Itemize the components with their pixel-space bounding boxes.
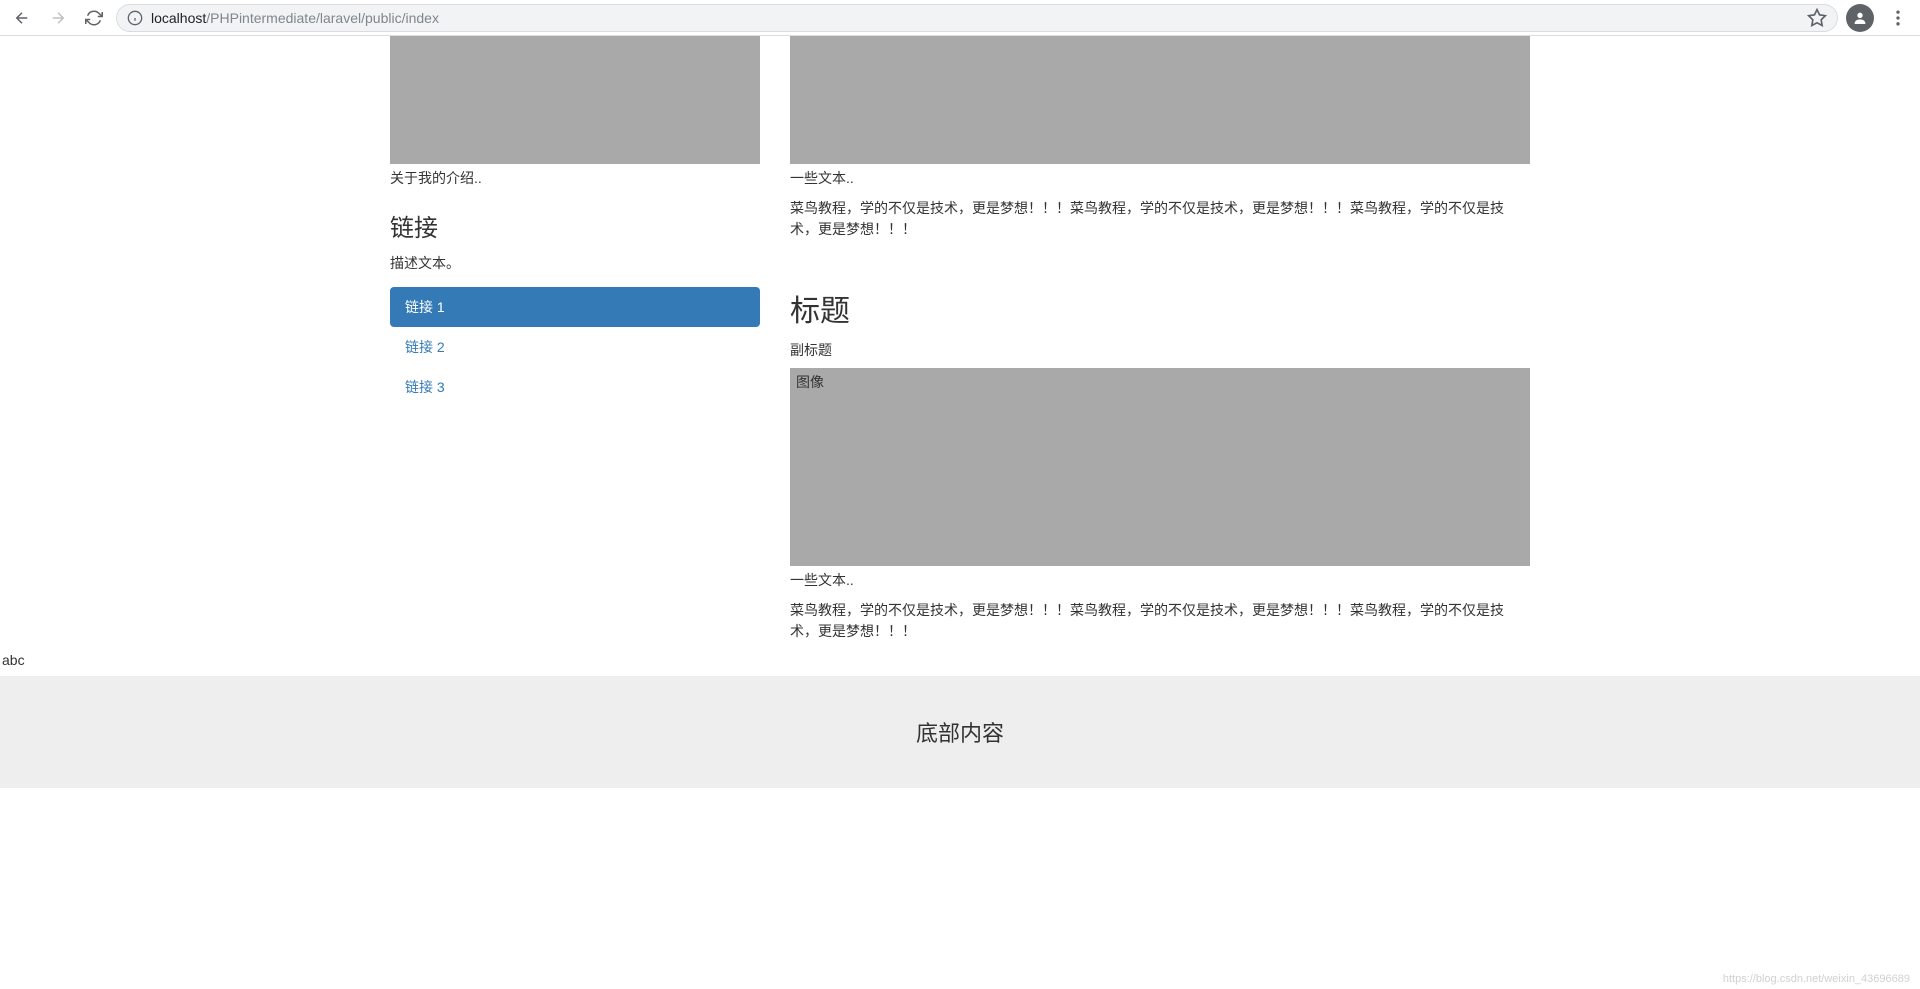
watermark: https://blog.csdn.net/weixin_43696689 <box>1723 973 1910 985</box>
browser-toolbar: localhost/PHPintermediate/laravel/public… <box>0 0 1920 36</box>
sidebar: 关于我的介绍.. 链接 描述文本。 链接 1 链接 2 链接 3 <box>390 36 760 652</box>
links-description: 描述文本。 <box>390 253 760 273</box>
url-text: localhost/PHPintermediate/laravel/public… <box>151 10 1799 26</box>
link-2[interactable]: 链接 2 <box>390 327 760 367</box>
link-3[interactable]: 链接 3 <box>390 367 760 407</box>
article-caption: 一些文本.. <box>790 570 1530 590</box>
main-top-image-placeholder <box>790 36 1530 164</box>
browser-menu-button[interactable] <box>1888 8 1908 28</box>
links-heading: 链接 <box>390 208 760 243</box>
arrow-right-icon <box>49 9 67 27</box>
page-footer: 底部内容 <box>0 676 1920 788</box>
article-paragraph: 菜鸟教程，学的不仅是技术，更是梦想！！！菜鸟教程，学的不仅是技术，更是梦想！！！… <box>790 600 1530 642</box>
links-nav: 链接 1 链接 2 链接 3 <box>390 287 760 407</box>
article-title: 标题 <box>790 286 1530 330</box>
forward-button[interactable] <box>44 4 72 32</box>
link-item-2: 链接 2 <box>390 327 760 367</box>
footer-text: 底部内容 <box>0 716 1920 748</box>
url-path: /PHPintermediate/laravel/public/index <box>206 10 439 26</box>
reload-button[interactable] <box>80 4 108 32</box>
sidebar-image-placeholder <box>390 36 760 164</box>
profile-button[interactable] <box>1846 4 1874 32</box>
link-item-3: 链接 3 <box>390 367 760 407</box>
url-host: localhost <box>151 10 206 26</box>
link-item-1: 链接 1 <box>390 287 760 327</box>
sidebar-about-caption: 关于我的介绍.. <box>390 168 760 188</box>
main-top-paragraph: 菜鸟教程，学的不仅是技术，更是梦想！！！菜鸟教程，学的不仅是技术，更是梦想！！！… <box>790 198 1530 240</box>
link-1[interactable]: 链接 1 <box>390 287 760 327</box>
article-subtitle: 副标题 <box>790 340 1530 360</box>
page-viewport[interactable]: 关于我的介绍.. 链接 描述文本。 链接 1 链接 2 链接 3 一些文本.. … <box>0 36 1920 989</box>
dots-vertical-icon <box>1888 8 1908 28</box>
address-bar[interactable]: localhost/PHPintermediate/laravel/public… <box>116 4 1838 32</box>
user-icon <box>1852 10 1868 26</box>
abc-text: abc <box>0 652 1920 668</box>
info-icon <box>127 10 143 26</box>
reload-icon <box>85 9 103 27</box>
toolbar-right <box>1846 4 1912 32</box>
bookmark-star-icon[interactable] <box>1807 8 1827 28</box>
main-content: 一些文本.. 菜鸟教程，学的不仅是技术，更是梦想！！！菜鸟教程，学的不仅是技术，… <box>790 36 1530 652</box>
article-image-label: 图像 <box>796 374 824 390</box>
article-image-placeholder: 图像 <box>790 368 1530 566</box>
page-container: 关于我的介绍.. 链接 描述文本。 链接 1 链接 2 链接 3 一些文本.. … <box>375 36 1545 652</box>
arrow-left-icon <box>13 9 31 27</box>
main-top-caption: 一些文本.. <box>790 168 1530 188</box>
back-button[interactable] <box>8 4 36 32</box>
